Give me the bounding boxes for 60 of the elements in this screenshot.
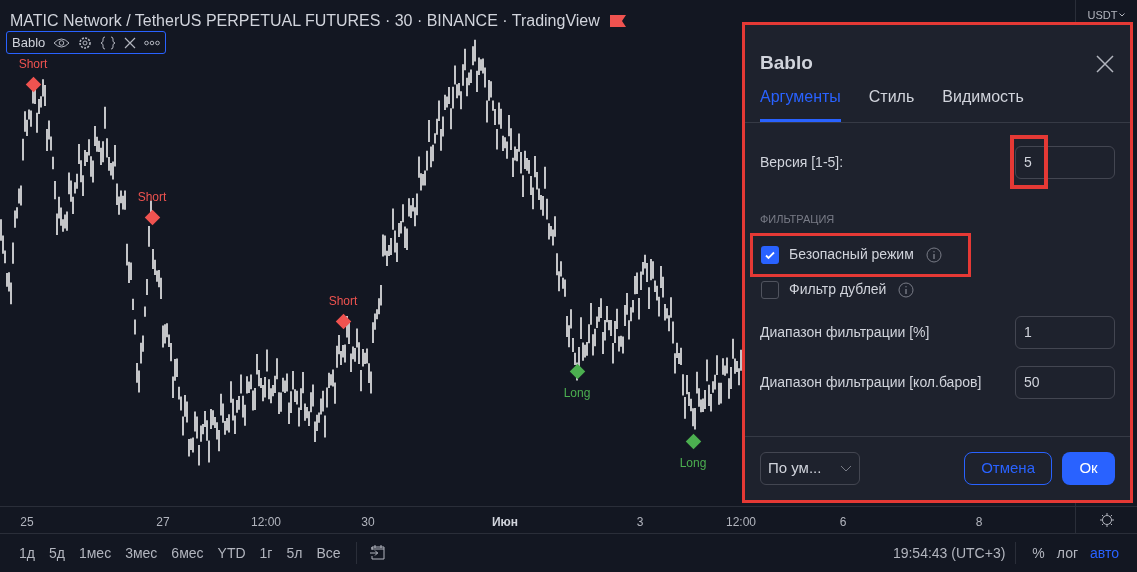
- time-tick: Июн: [491, 514, 519, 531]
- more-icon[interactable]: [144, 39, 161, 46]
- number-field[interactable]: 50: [1015, 365, 1115, 399]
- dialog-tab[interactable]: Видимость: [942, 85, 1024, 122]
- section-heading: ФИЛЬТРАЦИЯ: [760, 211, 835, 227]
- range-button[interactable]: 6мес: [164, 540, 211, 566]
- checkbox-label: Фильтр дублей: [789, 280, 887, 299]
- scale-toggle[interactable]: %: [1026, 542, 1051, 564]
- field-label: Версия [1-5]:: [760, 152, 844, 172]
- info-icon[interactable]: [898, 281, 915, 298]
- range-button[interactable]: YTD: [210, 540, 253, 566]
- dialog-tab[interactable]: Стиль: [868, 85, 915, 122]
- range-button[interactable]: 5д: [41, 540, 72, 566]
- scale-toggle[interactable]: лог: [1050, 542, 1085, 564]
- time-tick: 27: [156, 514, 170, 531]
- caret-icon: [1119, 13, 1126, 17]
- dialog-title: Bablo: [760, 51, 813, 76]
- signal-label: Long: [679, 457, 707, 469]
- time-tick: 3: [636, 514, 644, 531]
- calendar-icon[interactable]: [368, 544, 387, 562]
- signal-label: Long: [563, 387, 591, 399]
- time-tick: 12:00: [726, 514, 756, 531]
- code-braces-icon[interactable]: [100, 35, 117, 50]
- chevron-down-icon: [840, 465, 852, 472]
- range-button[interactable]: 1мес: [71, 540, 119, 566]
- time-tick: 8: [975, 514, 983, 531]
- time-tick: 30: [361, 514, 375, 531]
- time-tick: 6: [839, 514, 847, 531]
- eye-icon[interactable]: [53, 36, 71, 49]
- chart-title: MATIC Network / TetherUS PERPETUAL FUTURES · 30 · BINANCE · TradingView: [10, 11, 600, 31]
- range-button[interactable]: 1д: [12, 540, 42, 566]
- close-icon[interactable]: [1095, 53, 1115, 74]
- flag-icon: [609, 15, 626, 27]
- info-icon[interactable]: [925, 246, 942, 263]
- close-icon[interactable]: [124, 36, 137, 49]
- clock-text: 19:54:43 (UTC+3): [892, 543, 1006, 563]
- ok-button[interactable]: Ок: [1062, 452, 1115, 485]
- time-tick: 25: [20, 514, 34, 531]
- preset-dropdown[interactable]: По ум...: [760, 452, 860, 485]
- field-label: Диапазон фильтрации [кол.баров]: [760, 372, 982, 392]
- signal-label: Short: [18, 58, 48, 70]
- currency-dropdown[interactable]: USDT: [1087, 8, 1126, 22]
- indicator-legend[interactable]: Bablo: [6, 31, 167, 54]
- signal-label: Short: [328, 295, 358, 307]
- time-tick: 12:00: [251, 514, 281, 531]
- range-button[interactable]: Все: [309, 540, 348, 566]
- settings-icon[interactable]: [78, 35, 93, 50]
- field-label: Диапазон фильтрации [%]: [760, 322, 930, 342]
- scale-toggle[interactable]: авто: [1084, 542, 1125, 564]
- checkbox-label: Безопасный режим: [789, 245, 914, 264]
- signal-label: Short: [137, 191, 167, 203]
- settings-icon[interactable]: [1098, 512, 1115, 528]
- range-button[interactable]: 1г: [252, 540, 280, 566]
- number-field[interactable]: 1: [1015, 315, 1115, 349]
- range-button[interactable]: 3мес: [118, 540, 165, 566]
- range-button[interactable]: 5л: [279, 540, 310, 566]
- number-field[interactable]: 5: [1015, 145, 1115, 179]
- checkbox[interactable]: [761, 245, 779, 264]
- checkbox[interactable]: [761, 280, 779, 299]
- indicator-name: Bablo: [12, 33, 46, 52]
